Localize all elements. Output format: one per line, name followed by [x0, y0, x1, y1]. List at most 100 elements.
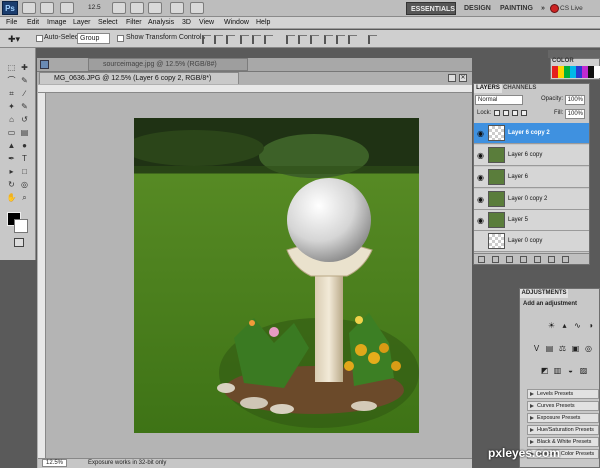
3d-orbit-icon[interactable]: ◎ — [19, 179, 30, 190]
black-white-icon[interactable]: ▣ — [571, 345, 580, 353]
lock-transparent-icon[interactable] — [494, 110, 500, 116]
visibility-eye-icon[interactable]: ◉ — [476, 129, 485, 138]
type-tool-icon[interactable]: T — [19, 153, 30, 164]
menu-layer[interactable]: Layer — [73, 17, 91, 29]
gradient-icon[interactable]: ▤ — [19, 127, 30, 138]
menu-analysis[interactable]: Analysis — [148, 17, 174, 29]
blur-tool-icon[interactable]: ▲ — [6, 140, 17, 151]
document-tab-sourceimage[interactable]: sourceimage.jpg @ 12.5% (RGB/8#) — [88, 58, 248, 71]
auto-select-dropdown[interactable]: Group — [77, 33, 110, 44]
brush-tool-icon[interactable]: ✎ — [19, 101, 30, 112]
crop-tool-icon[interactable]: ⌗ — [6, 88, 17, 99]
layer-row[interactable]: ◉ Layer 6 — [474, 167, 589, 188]
menu-select[interactable]: Select — [98, 17, 117, 29]
add-mask-icon[interactable] — [506, 256, 513, 263]
invert-icon[interactable]: ◩ — [540, 367, 549, 375]
menu-3d[interactable]: 3D — [182, 17, 191, 29]
blend-mode-dropdown[interactable]: Normal — [475, 95, 523, 105]
cs-live-icon[interactable] — [550, 4, 559, 13]
rotate-view-icon[interactable] — [148, 2, 162, 14]
rectangle-tool-icon[interactable]: □ — [19, 166, 30, 177]
layer-row[interactable]: ◉ Layer 5 — [474, 210, 589, 231]
quick-selection-icon[interactable]: ✎ — [19, 75, 30, 86]
zoom-level-field[interactable]: 12.5 — [88, 4, 101, 11]
vibrance-icon[interactable]: V — [532, 345, 541, 353]
visibility-eye-icon[interactable]: ◉ — [476, 151, 485, 160]
marquee-tool-icon[interactable]: ⬚ — [6, 62, 17, 73]
history-brush-icon[interactable]: ↺ — [19, 114, 30, 125]
tab-channels[interactable]: CHANNELS — [503, 84, 536, 93]
path-selection-icon[interactable]: ▸ — [6, 166, 17, 177]
new-group-icon[interactable] — [534, 256, 541, 263]
auto-align-icon[interactable] — [368, 35, 377, 44]
layer-row[interactable]: ◉ Layer 0 copy 2 — [474, 189, 589, 210]
bridge-icon[interactable] — [22, 2, 36, 14]
align-hcenter-icon[interactable] — [252, 35, 261, 44]
photo-filter-icon[interactable]: ◎ — [584, 345, 593, 353]
distribute-top-icon[interactable] — [286, 35, 295, 44]
zoom-icon[interactable]: ⌕ — [19, 192, 30, 203]
menu-help[interactable]: Help — [256, 17, 270, 29]
adjustment-preset-item[interactable]: Exposure Presets — [527, 413, 599, 423]
color-swatches[interactable] — [552, 66, 600, 78]
align-left-icon[interactable] — [240, 35, 249, 44]
show-transform-checkbox[interactable] — [117, 35, 124, 42]
workspace-design-button[interactable]: DESIGN — [460, 2, 495, 15]
eraser-icon[interactable]: ▭ — [6, 127, 17, 138]
exposure-icon[interactable]: ◑ — [586, 322, 595, 330]
lasso-tool-icon[interactable]: ⌒ — [6, 75, 17, 86]
screen-mode-icon[interactable] — [190, 2, 204, 14]
3d-rotate-icon[interactable]: ↻ — [6, 179, 17, 190]
visibility-eye-icon[interactable] — [476, 237, 485, 246]
posterize-icon[interactable]: ▥ — [553, 367, 562, 375]
zoom-field[interactable]: 12.5% — [42, 459, 67, 467]
spot-healing-icon[interactable]: ✦ — [6, 101, 17, 112]
quick-mask-icon[interactable] — [14, 238, 24, 247]
lock-position-icon[interactable] — [512, 110, 518, 116]
color-balance-icon[interactable]: ⚖ — [558, 345, 567, 353]
menu-window[interactable]: Window — [224, 17, 249, 29]
distribute-left-icon[interactable] — [324, 35, 333, 44]
levels-icon[interactable]: ▴ — [560, 322, 569, 330]
distribute-vcenter-icon[interactable] — [298, 35, 307, 44]
link-layers-icon[interactable] — [478, 256, 485, 263]
workspace-essentials-button[interactable]: ESSENTIALS — [406, 2, 456, 15]
pen-tool-icon[interactable]: ✒ — [6, 153, 17, 164]
menu-filter[interactable]: Filter — [126, 17, 142, 29]
delete-layer-icon[interactable] — [562, 256, 569, 263]
canvas-photo[interactable] — [134, 118, 419, 433]
visibility-eye-icon[interactable]: ◉ — [476, 195, 485, 204]
layer-row[interactable]: ◉ Layer 6 copy — [474, 145, 589, 166]
fill-field[interactable]: 100% — [565, 109, 585, 119]
menu-edit[interactable]: Edit — [27, 17, 39, 29]
align-vcenter-icon[interactable] — [214, 35, 223, 44]
move-tool-icon[interactable]: ✚ — [19, 62, 30, 73]
gradient-map-icon[interactable]: ▨ — [579, 367, 588, 375]
lock-all-icon[interactable] — [521, 110, 527, 116]
workspace-painting-button[interactable]: PAINTING — [496, 2, 537, 15]
adjustment-preset-item[interactable]: Curves Presets — [527, 401, 599, 411]
align-bottom-icon[interactable] — [226, 35, 235, 44]
adjustment-preset-item[interactable]: Levels Presets — [527, 389, 599, 399]
distribute-right-icon[interactable] — [348, 35, 357, 44]
layer-row[interactable]: ◉ Layer 6 copy 2 — [474, 123, 589, 144]
minimize-icon[interactable] — [448, 74, 456, 82]
move-tool-preset-icon[interactable]: ✚▾ — [8, 34, 20, 45]
color-swatch[interactable] — [594, 66, 600, 78]
brightness-contrast-icon[interactable]: ☀ — [547, 322, 556, 330]
menu-file[interactable]: File — [6, 17, 17, 29]
adjustment-preset-item[interactable]: Hue/Saturation Presets — [527, 425, 599, 435]
visibility-eye-icon[interactable]: ◉ — [476, 173, 485, 182]
hand-tool-icon[interactable] — [112, 2, 126, 14]
document-tab-active[interactable]: MG_0636.JPG @ 12.5% (Layer 6 copy 2, RGB… — [39, 72, 239, 84]
lock-image-icon[interactable] — [503, 110, 509, 116]
opacity-field[interactable]: 100% — [565, 95, 585, 105]
new-adjustment-icon[interactable] — [520, 256, 527, 263]
threshold-icon[interactable]: ◒ — [566, 367, 575, 375]
curves-icon[interactable]: ∿ — [573, 322, 582, 330]
layer-style-icon[interactable] — [492, 256, 499, 263]
layer-row[interactable]: Layer 0 copy — [474, 231, 589, 252]
dodge-tool-icon[interactable]: ● — [19, 140, 30, 151]
align-top-icon[interactable] — [202, 35, 211, 44]
menu-image[interactable]: Image — [47, 17, 66, 29]
